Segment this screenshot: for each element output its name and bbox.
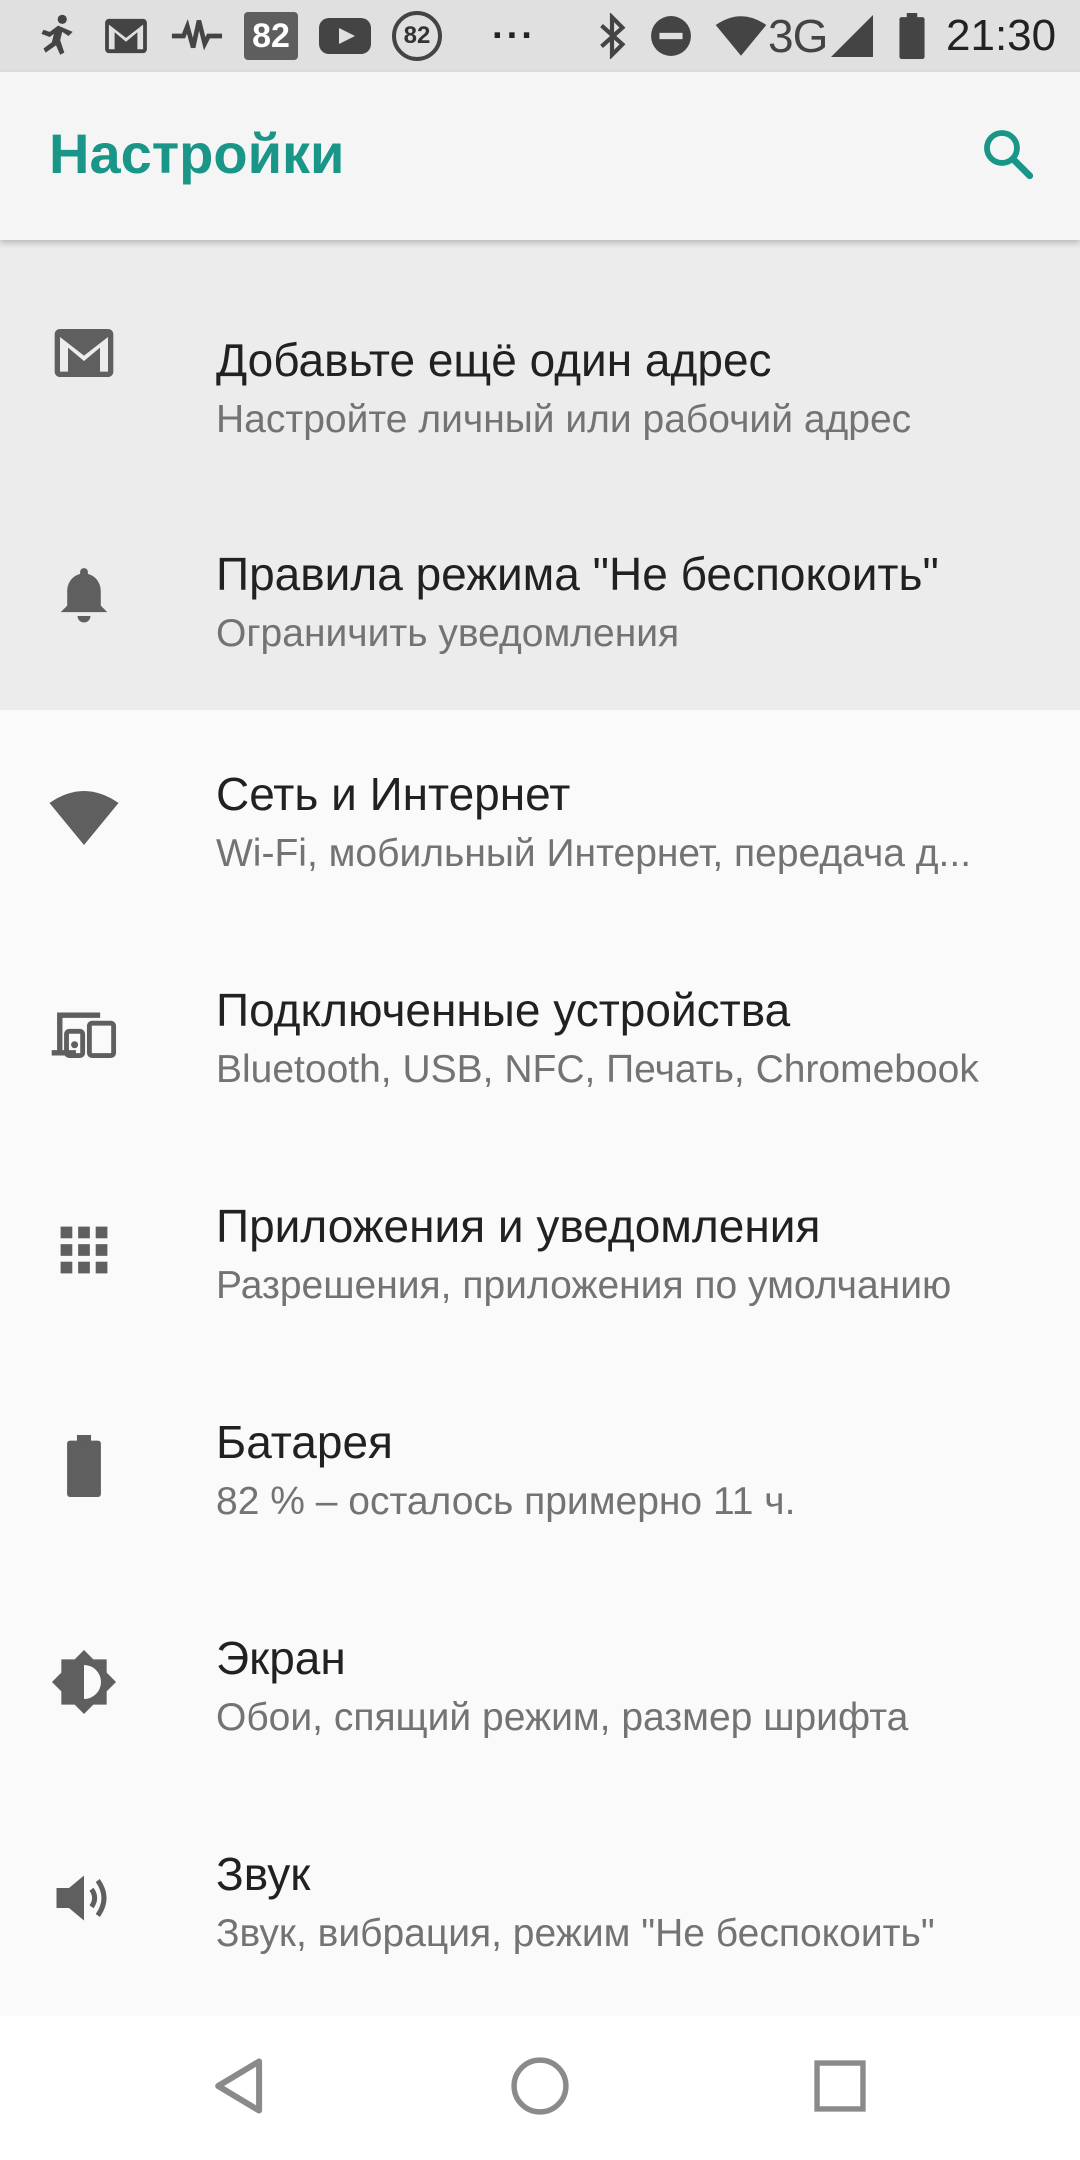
- suggestion-title: Добавьте ещё один адрес: [216, 334, 772, 386]
- more-icon: ···: [492, 14, 536, 57]
- setting-apps-notifications[interactable]: Приложения и уведомления Разрешения, при…: [0, 1142, 1080, 1358]
- brightness-icon: [44, 1642, 124, 1722]
- page-title: Настройки: [49, 122, 345, 185]
- setting-title: Сеть и Интернет: [216, 768, 571, 820]
- suggestion-subtitle: Настройте личный или рабочий адрес: [216, 398, 912, 441]
- volume-icon: [44, 1858, 124, 1938]
- circle-82-icon: 82: [386, 0, 448, 72]
- search-icon: [979, 125, 1037, 188]
- suggestions-section: Добавьте ещё один адрес Настройте личный…: [0, 240, 1080, 710]
- suggestion-title: Правила режима "Не беспокоить": [216, 548, 939, 600]
- back-icon: [212, 2056, 268, 2121]
- youtube-icon: [316, 0, 374, 72]
- gmail-icon: [98, 0, 154, 72]
- setting-subtitle: Разрешения, приложения по умолчанию: [216, 1264, 952, 1307]
- setting-sound[interactable]: Звук Звук, вибрация, режим "Не беспокоит…: [0, 1790, 1080, 2016]
- status-bar: 82 82 ··· 3G 21:30: [0, 0, 1080, 72]
- do-not-disturb-icon: [648, 0, 694, 72]
- apps-grid-icon: [44, 1210, 124, 1290]
- setting-battery[interactable]: Батарея 82 % – осталось примерно 11 ч.: [0, 1358, 1080, 1574]
- suggestion-subtitle: Ограничить уведомления: [216, 612, 680, 655]
- connected-devices-icon: [44, 994, 124, 1074]
- setting-display[interactable]: Экран Обои, спящий режим, размер шрифта: [0, 1574, 1080, 1790]
- suggestion-dnd-rules[interactable]: Правила режима "Не беспокоить" Ограничит…: [0, 475, 1080, 710]
- setting-title: Батарея: [216, 1416, 393, 1468]
- setting-title: Звук: [216, 1848, 311, 1900]
- wifi-icon: [44, 778, 124, 858]
- recents-button[interactable]: [790, 2038, 890, 2138]
- search-button[interactable]: [968, 116, 1048, 196]
- wifi-icon: [712, 0, 770, 72]
- setting-subtitle: Обои, спящий режим, размер шрифта: [216, 1696, 909, 1739]
- setting-title: Приложения и уведомления: [216, 1200, 821, 1252]
- setting-title: Подключенные устройства: [216, 984, 791, 1036]
- back-button[interactable]: [190, 2038, 290, 2138]
- home-button[interactable]: [490, 2038, 590, 2138]
- home-icon: [510, 2056, 570, 2121]
- network-type: 3G: [768, 10, 828, 62]
- badge-82-label: 82: [244, 12, 298, 60]
- circle-82-label: 82: [392, 11, 442, 61]
- setting-subtitle: Звук, вибрация, режим "Не беспокоить": [216, 1912, 935, 1955]
- badge-82-icon: 82: [242, 0, 300, 72]
- pulse-icon: [168, 0, 226, 72]
- clock: 21:30: [946, 11, 1057, 60]
- setting-connected-devices[interactable]: Подключенные устройства Bluetooth, USB, …: [0, 926, 1080, 1142]
- battery-icon: [44, 1426, 124, 1506]
- suggestion-add-address[interactable]: Добавьте ещё один адрес Настройте личный…: [0, 240, 1080, 475]
- mail-icon: [44, 313, 124, 393]
- runner-icon: [26, 0, 86, 72]
- recents-icon: [813, 2059, 867, 2118]
- bell-icon: [44, 554, 124, 634]
- setting-subtitle: 82 % – осталось примерно 11 ч.: [216, 1480, 796, 1523]
- battery-icon: [894, 0, 930, 72]
- bluetooth-icon: [592, 0, 632, 72]
- cell-signal-icon: [828, 0, 876, 72]
- setting-title: Экран: [216, 1632, 346, 1684]
- setting-subtitle: Wi-Fi, мобильный Интернет, передача д...: [216, 832, 972, 875]
- app-bar: Настройки: [0, 72, 1080, 240]
- navigation-bar: [0, 2016, 1080, 2160]
- setting-subtitle: Bluetooth, USB, NFC, Печать, Chromebook: [216, 1048, 979, 1091]
- setting-network-internet[interactable]: Сеть и Интернет Wi-Fi, мобильный Интерне…: [0, 710, 1080, 926]
